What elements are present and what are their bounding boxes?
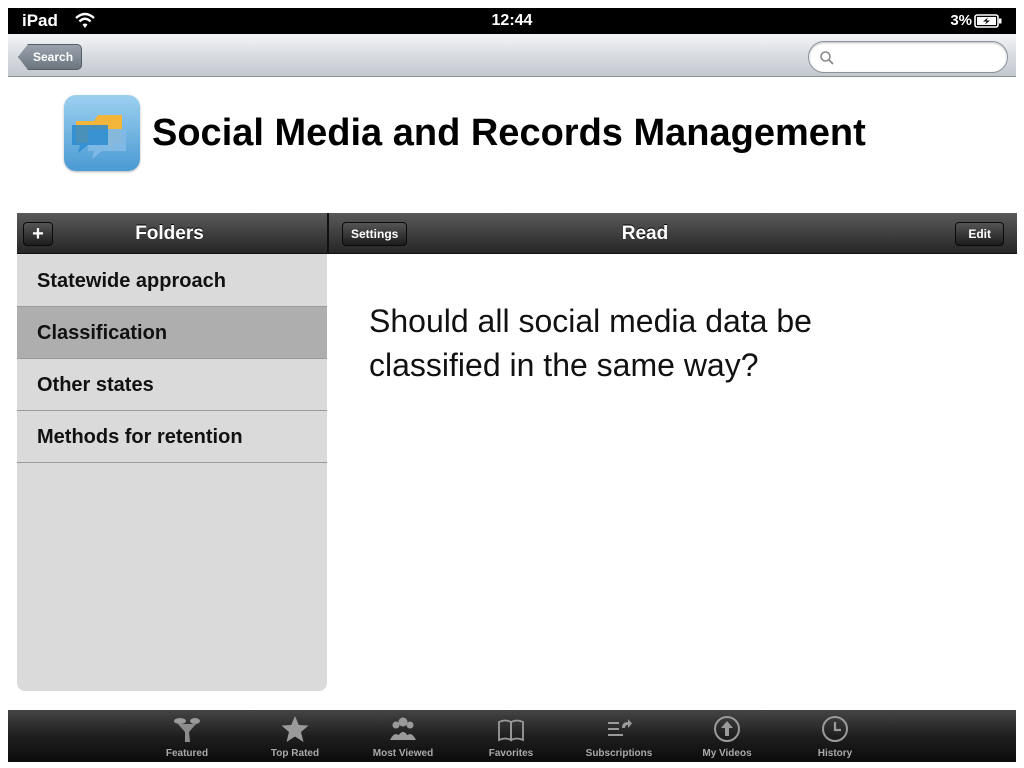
tab-label: Subscriptions	[585, 748, 653, 759]
upload-icon	[714, 716, 740, 742]
tab-label: Favorites	[488, 748, 534, 759]
folder-item-classification[interactable]: Classification	[17, 307, 327, 359]
tab-label: Top Rated	[270, 748, 320, 759]
content-text: Should all social media data be classifi…	[369, 303, 812, 383]
back-button[interactable]: Search	[18, 44, 83, 70]
chat-bubbles-icon	[64, 95, 140, 171]
tab-label: My Videos	[702, 748, 752, 759]
tab-featured[interactable]: Featured	[142, 710, 232, 762]
featured-icon	[174, 718, 200, 742]
tab-favorites[interactable]: Favorites	[466, 710, 556, 762]
tab-label: Most Viewed	[372, 748, 434, 759]
read-title: Read	[621, 223, 669, 244]
status-bar: iPad 12:44 3%	[8, 8, 1016, 34]
read-toolbar: Settings Read Edit	[329, 213, 1017, 254]
tab-subscriptions[interactable]: Subscriptions	[574, 710, 664, 762]
clock-icon	[822, 716, 848, 742]
folder-list: Statewide approach Classification Other …	[17, 255, 327, 463]
folder-item-statewide-approach[interactable]: Statewide approach	[17, 255, 327, 307]
tab-history[interactable]: History	[790, 710, 880, 762]
folders-pane: + Folders Statewide approach Classificat…	[17, 213, 327, 691]
book-icon	[498, 719, 524, 742]
folders-toolbar: + Folders	[17, 213, 327, 254]
read-pane: Settings Read Edit Should all social med…	[329, 213, 1017, 691]
battery-percentage: 3%	[950, 12, 972, 29]
folder-item-other-states[interactable]: Other states	[17, 359, 327, 411]
navigation-bar: Search	[8, 34, 1016, 77]
status-time: 12:44	[491, 12, 533, 29]
split-view: + Folders Statewide approach Classificat…	[17, 213, 1017, 691]
page-title: Social Media and Records Management	[152, 112, 866, 154]
battery-charging-icon	[974, 14, 1002, 28]
edit-button[interactable]: Edit	[955, 222, 1004, 246]
add-folder-button[interactable]: +	[23, 222, 53, 246]
subscriptions-icon	[608, 719, 632, 736]
search-input[interactable]	[839, 47, 999, 67]
folder-item-methods-for-retention[interactable]: Methods for retention	[17, 411, 327, 463]
tab-label: Featured	[165, 748, 209, 759]
tab-bar: Featured Top Rated Most Viewed Favorites	[8, 710, 1016, 762]
people-icon	[390, 717, 416, 740]
tab-top-rated[interactable]: Top Rated	[250, 710, 340, 762]
tab-most-viewed[interactable]: Most Viewed	[358, 710, 448, 762]
folders-title: Folders	[135, 223, 204, 244]
search-field[interactable]	[808, 41, 1008, 73]
star-icon	[281, 716, 309, 742]
tab-label: History	[817, 748, 853, 759]
tab-my-videos[interactable]: My Videos	[682, 710, 772, 762]
search-icon	[820, 51, 834, 65]
